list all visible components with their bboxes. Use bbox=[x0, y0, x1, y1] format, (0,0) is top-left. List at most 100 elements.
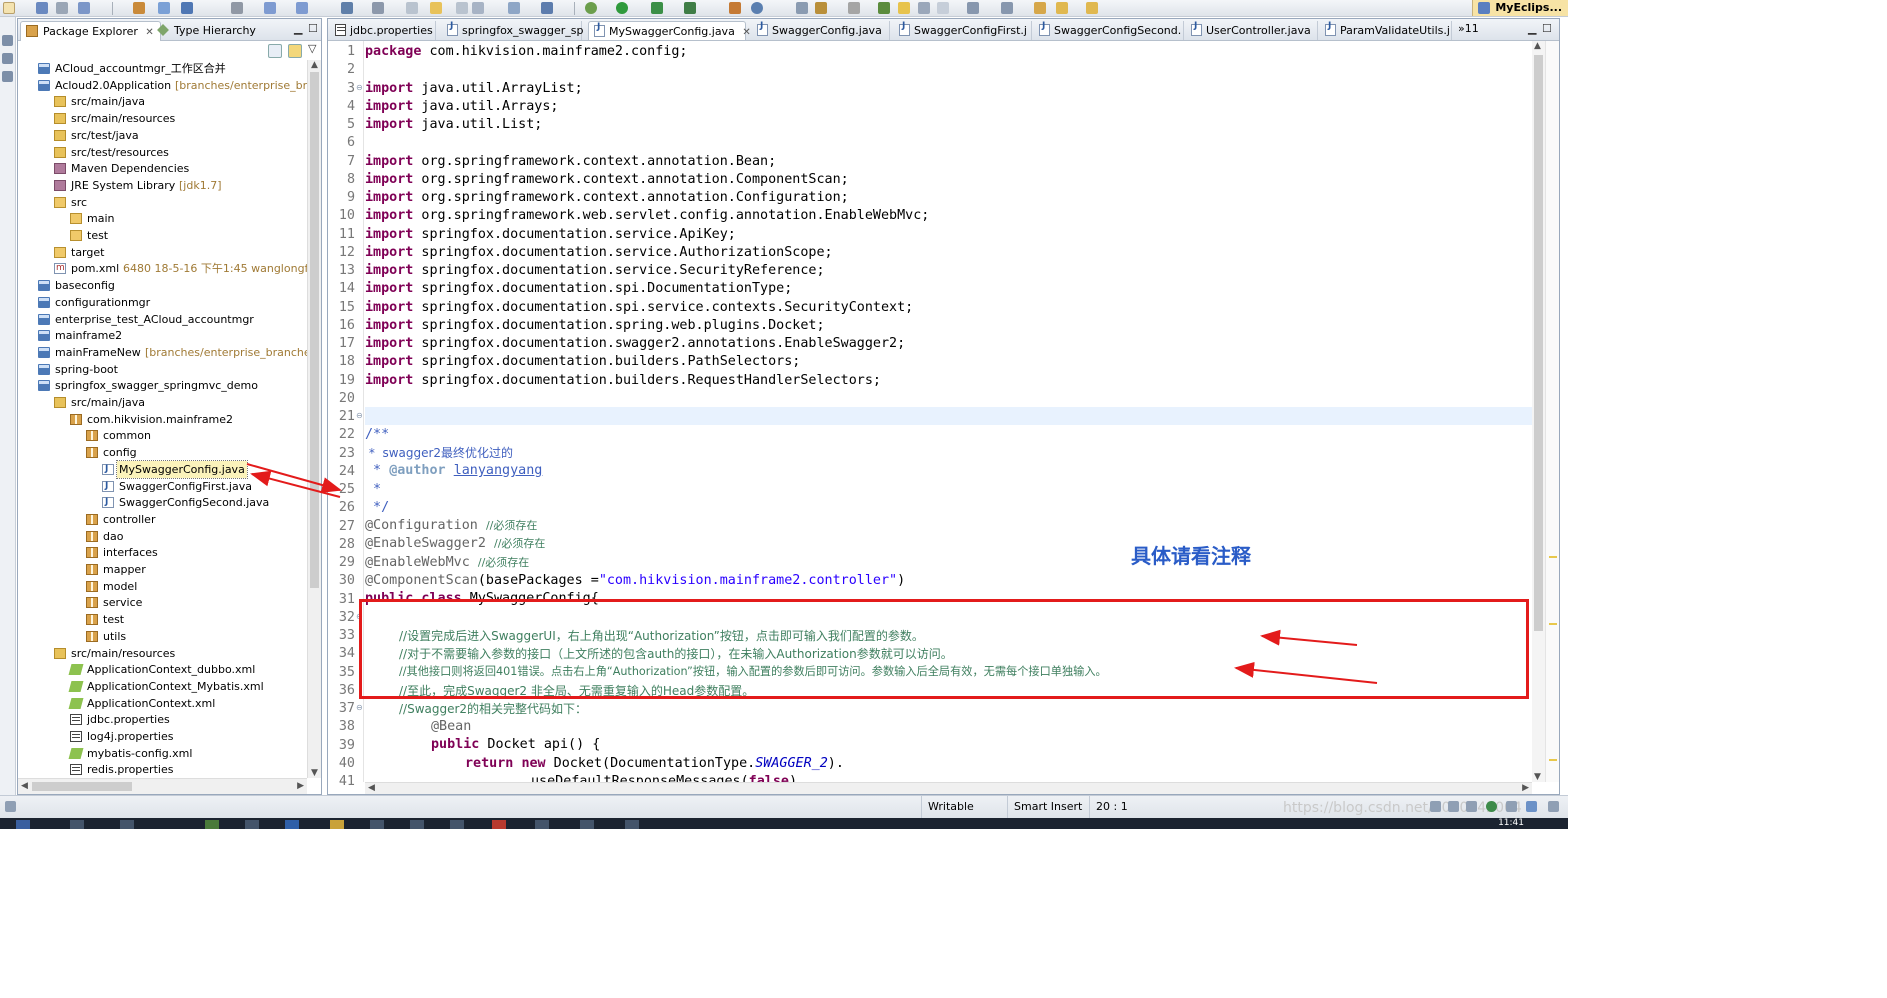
back-icon[interactable] bbox=[1056, 2, 1068, 14]
scroll-left-icon[interactable]: ◀ bbox=[21, 781, 28, 791]
tab-swagger-config[interactable]: SwaggerConfig.java bbox=[752, 21, 890, 40]
scroll-down-icon[interactable]: ▼ bbox=[311, 768, 318, 778]
external-tools-icon[interactable] bbox=[684, 2, 696, 14]
pen-icon[interactable] bbox=[848, 2, 860, 14]
perspective-switcher[interactable]: MyEclips... bbox=[1472, 0, 1568, 16]
paragraph-icon[interactable] bbox=[937, 2, 949, 14]
tab-swagger-config-second[interactable]: SwaggerConfigSecond. bbox=[1034, 21, 1184, 40]
fold-toggle-icon[interactable]: ⊖ bbox=[356, 411, 363, 420]
tools-icon[interactable] bbox=[1506, 801, 1517, 812]
last-edit-icon[interactable] bbox=[1034, 2, 1046, 14]
taskbar-app-icon[interactable] bbox=[70, 820, 84, 829]
taskbar-app-icon[interactable] bbox=[450, 820, 464, 829]
page-icon[interactable] bbox=[406, 2, 418, 14]
tab-swagger-config-first[interactable]: SwaggerConfigFirst.j bbox=[894, 21, 1032, 40]
scroll-down-icon[interactable]: ▼ bbox=[1534, 772, 1541, 782]
search-project-icon[interactable] bbox=[158, 2, 170, 14]
scroll-thumb[interactable] bbox=[310, 72, 319, 588]
save-icon[interactable] bbox=[36, 2, 48, 14]
scroll-right-icon[interactable]: ▶ bbox=[1522, 783, 1529, 793]
taskbar-app-icon[interactable] bbox=[370, 820, 384, 829]
globe-icon[interactable] bbox=[1486, 801, 1497, 812]
open-task-icon[interactable] bbox=[796, 2, 808, 14]
taskbar-app-icon[interactable] bbox=[120, 820, 134, 829]
taskbar-app-icon[interactable] bbox=[245, 820, 259, 829]
save-all-icon[interactable] bbox=[78, 2, 90, 14]
highlight-icon[interactable] bbox=[898, 2, 910, 14]
server-icon[interactable] bbox=[231, 2, 243, 14]
team-icon[interactable] bbox=[815, 2, 827, 14]
scroll-right-icon[interactable]: ▶ bbox=[297, 781, 304, 791]
scroll-up-icon[interactable]: ▲ bbox=[311, 60, 318, 70]
tab-jdbc-properties[interactable]: jdbc.properties bbox=[330, 21, 436, 40]
progress-icon[interactable] bbox=[1430, 801, 1441, 812]
db-icon[interactable] bbox=[341, 2, 353, 14]
scroll-thumb[interactable] bbox=[1534, 55, 1543, 631]
taskbar-app-icon[interactable] bbox=[580, 820, 594, 829]
minimize-icon[interactable]: ▁ bbox=[1528, 22, 1536, 35]
overview-ruler[interactable] bbox=[1545, 41, 1559, 782]
outline-view-icon[interactable] bbox=[2, 53, 13, 64]
tree-horizontal-scrollbar[interactable]: ◀ ▶ bbox=[18, 778, 307, 794]
build-icon[interactable] bbox=[372, 2, 384, 14]
scroll-up-icon[interactable]: ▲ bbox=[1534, 41, 1541, 51]
deploy2-icon[interactable] bbox=[541, 2, 553, 14]
fold-toggle-icon[interactable]: ⊖ bbox=[356, 83, 363, 92]
warning-marker[interactable] bbox=[1549, 556, 1557, 558]
open-type-icon[interactable] bbox=[729, 2, 741, 14]
link-with-editor-icon[interactable] bbox=[288, 44, 302, 58]
debug-icon[interactable] bbox=[585, 2, 597, 14]
fast-view-icon[interactable] bbox=[5, 801, 16, 812]
tab-type-hierarchy[interactable]: Type Hierarchy bbox=[152, 21, 262, 41]
layout-icon[interactable] bbox=[472, 2, 484, 14]
tab-user-controller[interactable]: UserController.java bbox=[1186, 21, 1318, 40]
deploy-icon[interactable] bbox=[181, 2, 193, 14]
run-icon[interactable] bbox=[616, 2, 628, 14]
refresh-icon[interactable] bbox=[751, 2, 763, 14]
close-icon[interactable]: ✕ bbox=[742, 27, 750, 38]
scroll-thumb[interactable] bbox=[32, 782, 132, 791]
console-icon[interactable] bbox=[1466, 801, 1477, 812]
taskbar-app-icon[interactable] bbox=[535, 820, 549, 829]
collapse-all-icon[interactable] bbox=[268, 44, 282, 58]
warning-marker[interactable] bbox=[1549, 623, 1557, 625]
taskbar-app-icon[interactable] bbox=[205, 820, 219, 829]
folder-icon[interactable] bbox=[430, 2, 442, 14]
view-stack-icon[interactable] bbox=[1548, 801, 1559, 812]
maximize-icon[interactable]: ☐ bbox=[1542, 22, 1552, 35]
maximize-icon[interactable]: ☐ bbox=[308, 22, 318, 35]
tab-springfox-swagger[interactable]: springfox_swagger_sp bbox=[442, 21, 583, 40]
wizard2-icon[interactable] bbox=[296, 2, 308, 14]
taskbar-app-icon[interactable] bbox=[492, 820, 506, 829]
warning-marker[interactable] bbox=[1549, 759, 1557, 761]
servers-view-icon[interactable] bbox=[2, 71, 13, 82]
taskbar-app-icon[interactable] bbox=[285, 820, 299, 829]
prev-annotation-icon[interactable] bbox=[1001, 2, 1013, 14]
minimize-icon[interactable]: ▁ bbox=[294, 22, 302, 35]
tab-package-explorer[interactable]: Package Explorer ✕ bbox=[20, 21, 161, 41]
taskbar-app-icon[interactable] bbox=[410, 820, 424, 829]
taskbar-app-icon[interactable] bbox=[330, 820, 344, 829]
scroll-left-icon[interactable]: ◀ bbox=[368, 783, 375, 793]
forward-icon[interactable] bbox=[1086, 2, 1098, 14]
print-icon[interactable] bbox=[56, 2, 68, 14]
restore-view-icon[interactable] bbox=[2, 35, 13, 46]
block-select-icon[interactable] bbox=[918, 2, 930, 14]
tool-icon[interactable] bbox=[133, 2, 145, 14]
wizard-icon[interactable] bbox=[264, 2, 276, 14]
tab-param-validate-utils[interactable]: ParamValidateUtils.j bbox=[1320, 21, 1452, 40]
tab-my-swagger-config[interactable]: MySwaggerConfig.java ✕ bbox=[588, 21, 751, 40]
pages-icon[interactable] bbox=[456, 2, 468, 14]
next-annotation-icon[interactable] bbox=[967, 2, 979, 14]
editor-vertical-scrollbar[interactable]: ▲ ▼ bbox=[1532, 41, 1545, 782]
sync-icon[interactable] bbox=[1526, 801, 1537, 812]
tree-vertical-scrollbar[interactable]: ▲ ▼ bbox=[307, 60, 321, 778]
image-icon[interactable] bbox=[508, 2, 520, 14]
start-icon[interactable] bbox=[16, 820, 30, 829]
view-menu-icon[interactable]: ▽ bbox=[308, 42, 316, 55]
tasks-icon[interactable] bbox=[1448, 801, 1459, 812]
annotation-icon[interactable] bbox=[878, 2, 890, 14]
taskbar-app-icon[interactable] bbox=[625, 820, 639, 829]
editor-horizontal-scrollbar[interactable]: ◀ ▶ bbox=[365, 782, 1532, 794]
new-icon[interactable] bbox=[3, 2, 15, 14]
